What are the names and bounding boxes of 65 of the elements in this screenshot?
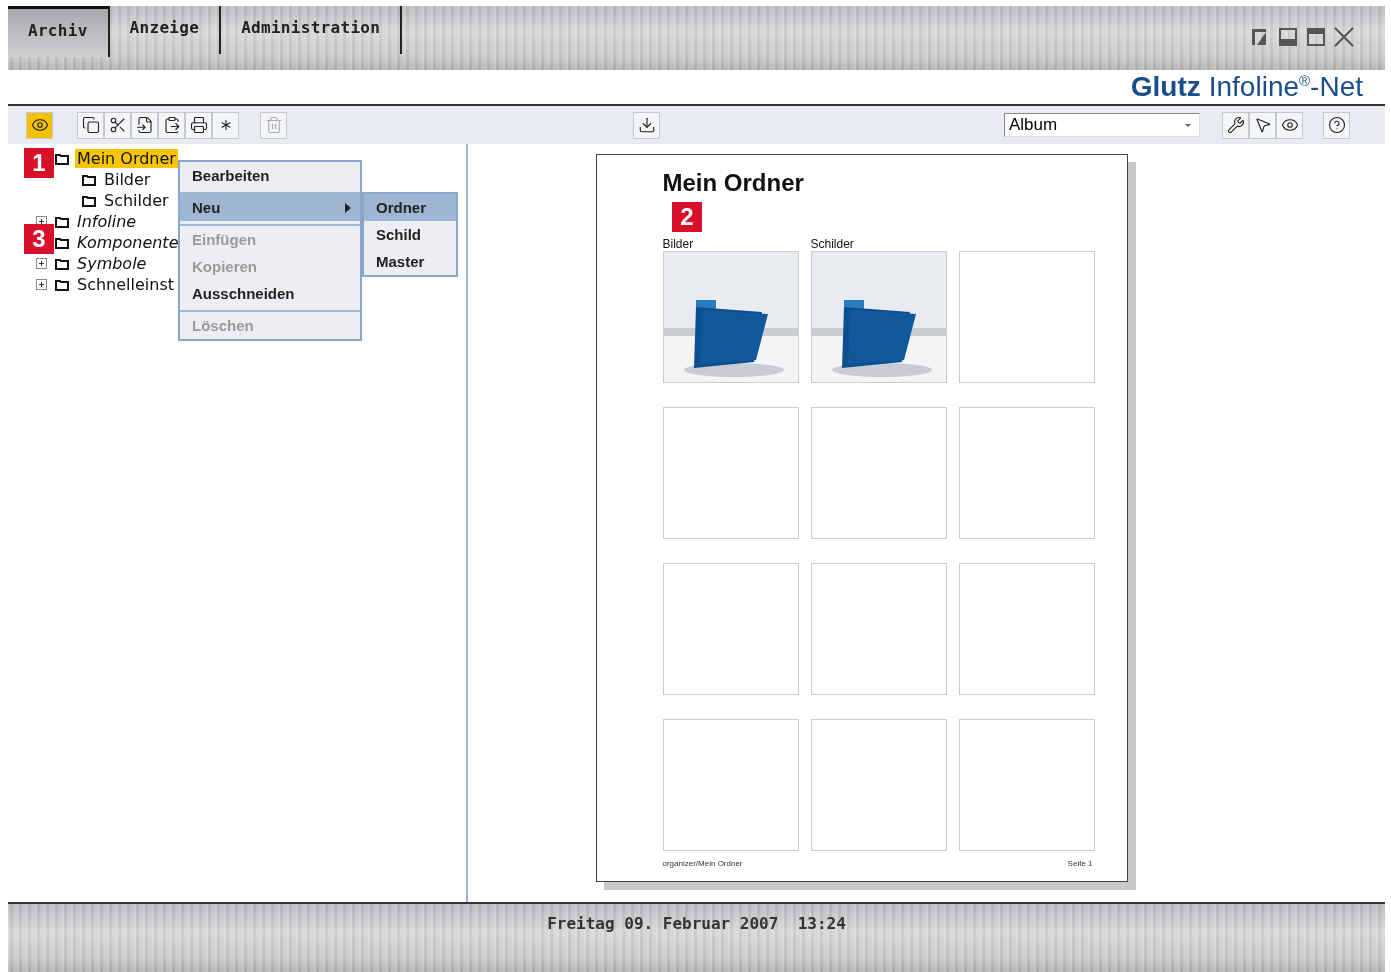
scissors-icon (108, 116, 127, 134)
asterisk-button[interactable] (212, 111, 239, 139)
folder-icon (82, 173, 96, 186)
menu-tab[interactable]: Administration (221, 6, 403, 54)
tree-item[interactable]: Schilder (102, 191, 171, 210)
menu-item[interactable]: Schild (364, 221, 456, 248)
menu-item[interactable]: Master (364, 248, 456, 275)
folder-icon (55, 152, 69, 165)
tools-button[interactable] (1222, 111, 1249, 139)
page-footer-path: organizer/Mein Ordner (662, 859, 743, 868)
status-bar: Freitag 09. Februar 2007 13:24 (8, 902, 1385, 972)
tree-item[interactable]: Symbole (75, 254, 149, 273)
callout-number: 2 (672, 202, 702, 232)
product-name: Infoline$^{®}$-Net (1208, 71, 1363, 103)
print-button[interactable] (185, 111, 212, 139)
move-button[interactable] (131, 111, 158, 139)
maximize-icon[interactable] (1305, 26, 1327, 48)
tree-item[interactable]: Bilder (102, 170, 153, 189)
tree-item[interactable]: Mein Ordner (75, 149, 178, 168)
download-icon (637, 116, 656, 134)
preview-button[interactable] (1276, 111, 1303, 139)
brand-name: Glutz (1130, 71, 1201, 103)
cut-button[interactable] (104, 111, 131, 139)
paste-button[interactable] (158, 111, 185, 139)
pointer-button[interactable] (1249, 111, 1276, 139)
pointer-icon (1253, 116, 1272, 134)
submenu-arrow-icon (344, 202, 352, 213)
printer-icon (189, 116, 208, 134)
close-icon[interactable] (1333, 26, 1355, 48)
trash-icon (264, 116, 283, 134)
callout-number: 3 (24, 224, 54, 254)
cell-label: Bilder (662, 237, 695, 251)
folder-icon (55, 215, 69, 228)
eye-icon (1280, 116, 1299, 134)
tree-item[interactable]: Schnelleinst (75, 275, 176, 294)
minimize-icon[interactable] (1277, 26, 1299, 48)
folder-icon (55, 236, 69, 249)
folder-icon (82, 194, 96, 207)
menu-tab[interactable]: Anzeige (109, 6, 222, 54)
menu-tab[interactable]: Archiv (8, 6, 110, 57)
menu-item[interactable]: Neu (180, 192, 360, 221)
folder-icon (55, 257, 69, 270)
menu-item[interactable]: Bearbeiten (180, 162, 360, 189)
callout-number: 1 (24, 148, 54, 178)
eye-icon (30, 116, 49, 134)
tree-item[interactable]: Komponente (75, 233, 181, 252)
copy-button[interactable] (77, 111, 104, 139)
expand-icon[interactable] (36, 258, 47, 269)
download-button[interactable] (633, 111, 660, 139)
copy-icon (81, 116, 100, 134)
expand-icon[interactable] (36, 279, 47, 290)
menu-item[interactable]: Ausschneiden (180, 280, 360, 307)
help-icon (1327, 116, 1346, 134)
help-button[interactable] (1323, 111, 1350, 139)
folder-icon (55, 278, 69, 291)
page-title: Mein Ordner (662, 169, 804, 197)
tree-item[interactable]: Infoline (75, 212, 139, 231)
wrench-icon (1226, 116, 1245, 134)
menu-item[interactable]: Ordner (364, 194, 456, 221)
file-arrow-icon (135, 116, 154, 134)
view-select[interactable]: Album (1004, 113, 1200, 137)
view-button[interactable] (26, 111, 53, 139)
cell-label: Schilder (810, 237, 855, 251)
clipboard-icon (162, 116, 181, 134)
page-number: Seite 1 (1067, 859, 1093, 868)
